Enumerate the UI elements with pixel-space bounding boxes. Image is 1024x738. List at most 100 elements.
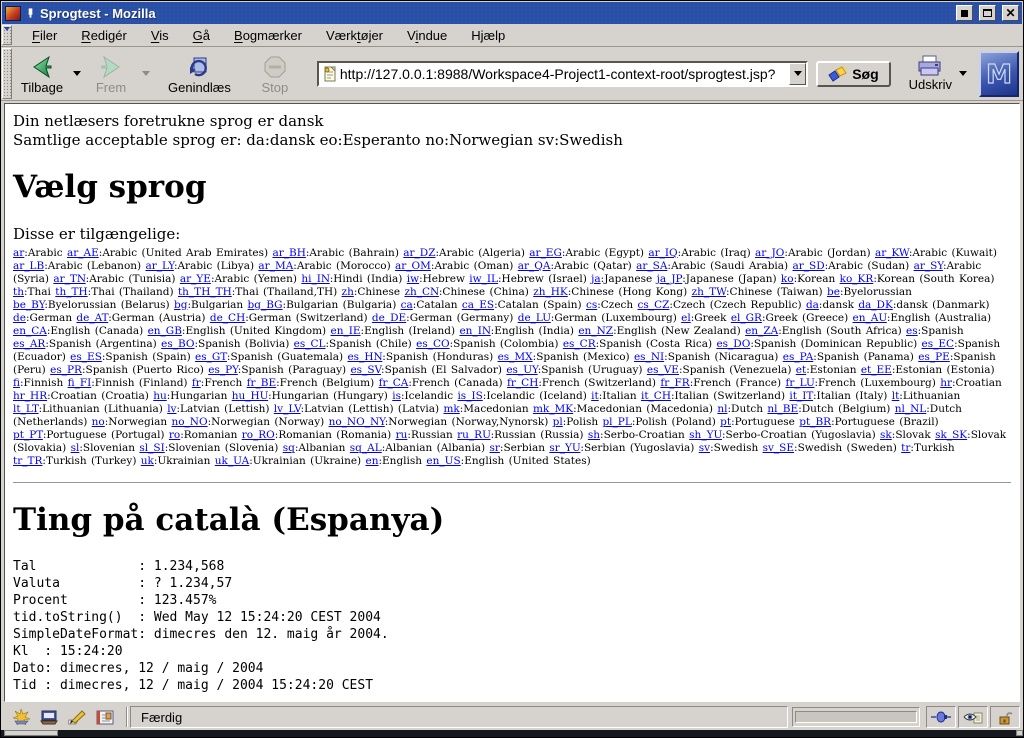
menu-filer[interactable]: Filer (22, 26, 67, 45)
locale-link-ar_OM[interactable]: ar_OM (395, 260, 431, 272)
locale-link-sh_YU[interactable]: sh_YU (689, 429, 722, 441)
locale-link-ar_MA[interactable]: ar_MA (258, 260, 293, 272)
locale-link-ca_ES[interactable]: ca_ES (462, 299, 494, 311)
menu-vis[interactable]: Vis (141, 26, 179, 45)
locale-link-pt[interactable]: pt (720, 416, 731, 428)
locale-link-ar_JO[interactable]: ar_JO (755, 247, 784, 259)
locale-link-es_GT[interactable]: es_GT (195, 351, 227, 363)
locale-link-hr_HR[interactable]: hr_HR (13, 390, 47, 402)
minimize-button[interactable] (956, 5, 973, 21)
locale-link-it_IT[interactable]: it_IT (789, 390, 813, 402)
locale-link-pt_PT[interactable]: pt_PT (13, 429, 43, 441)
menu-redigr[interactable]: Redigér (71, 26, 137, 45)
locale-link-mk_MK[interactable]: mk_MK (533, 403, 573, 415)
locale-link-uk[interactable]: uk (141, 455, 154, 467)
locale-link-pl_PL[interactable]: pl_PL (602, 416, 631, 428)
menu-g[interactable]: Gå (183, 26, 220, 45)
locale-link-ko_KR[interactable]: ko_KR (840, 273, 874, 285)
locale-link-en_GB[interactable]: en_GB (148, 325, 182, 337)
locale-link-fr_FR[interactable]: fr_FR (660, 377, 689, 389)
composer-taskbar-button[interactable] (66, 708, 88, 726)
locale-link-no_NO[interactable]: no_NO (171, 416, 207, 428)
locale-link-fr_LU[interactable]: fr_LU (785, 377, 814, 389)
locale-link-de_LU[interactable]: de_LU (518, 312, 551, 324)
menu-vrktjer[interactable]: Værktøjer (316, 26, 393, 45)
locale-link-cs_CZ[interactable]: cs_CZ (638, 299, 670, 311)
locale-link-sr[interactable]: sr (490, 442, 500, 454)
locale-link-de[interactable]: de (13, 312, 26, 324)
locale-link-is_IS[interactable]: is_IS (457, 390, 482, 402)
locale-link-es_NI[interactable]: es_NI (634, 351, 664, 363)
locale-link-en_ZA[interactable]: en_ZA (745, 325, 778, 337)
locale-link-ro_RO[interactable]: ro_RO (242, 429, 275, 441)
locale-link-es_HN[interactable]: es_HN (347, 351, 382, 363)
resize-handle-right[interactable] (1016, 730, 1023, 736)
locale-link-es_PR[interactable]: es_PR (50, 364, 82, 376)
locale-link-ar[interactable]: ar (13, 247, 24, 259)
locale-link-da[interactable]: da (806, 299, 819, 311)
forward-dropdown[interactable] (139, 49, 152, 99)
locale-link-ca[interactable]: ca (401, 299, 413, 311)
locale-link-it_CH[interactable]: it_CH (641, 390, 671, 402)
stop-button[interactable]: Stop (247, 49, 303, 99)
reload-button[interactable]: Genindlæs (162, 49, 237, 99)
locale-link-ro[interactable]: ro (169, 429, 180, 441)
locale-link-ar_EG[interactable]: ar_EG (529, 247, 562, 259)
print-button[interactable]: Udskriv (905, 54, 956, 93)
locale-link-nl_NL[interactable]: nl_NL (895, 403, 927, 415)
locale-link-ar_IQ[interactable]: ar_IQ (648, 247, 677, 259)
locale-link-ar_AE[interactable]: ar_AE (67, 247, 99, 259)
locale-link-sq_AL[interactable]: sq_AL (350, 442, 382, 454)
locale-link-sq[interactable]: sq (283, 442, 295, 454)
locale-link-is[interactable]: is (392, 390, 401, 402)
locale-link-en[interactable]: en (366, 455, 379, 467)
locale-link-es_ES[interactable]: es_ES (70, 351, 102, 363)
locale-link-ru_RU[interactable]: ru_RU (457, 429, 490, 441)
locale-link-fr_BE[interactable]: fr_BE (247, 377, 277, 389)
locale-link-es_UY[interactable]: es_UY (506, 364, 537, 376)
url-history-dropdown[interactable] (789, 63, 806, 85)
locale-link-th_TH[interactable]: th_TH (55, 286, 87, 298)
locale-link-lv[interactable]: lv (167, 403, 176, 415)
mozilla-logo-button[interactable]: M (979, 51, 1019, 97)
locale-link-de_AT[interactable]: de_AT (76, 312, 108, 324)
locale-link-sr_YU[interactable]: sr_YU (549, 442, 580, 454)
close-button[interactable]: ✕ (1002, 5, 1019, 21)
locale-link-tr_TR[interactable]: tr_TR (13, 455, 42, 467)
maximize-button[interactable] (979, 5, 996, 21)
locale-link-iw_IL[interactable]: iw_IL (469, 273, 498, 285)
locale-link-no[interactable]: no (92, 416, 105, 428)
locale-link-lt_LT[interactable]: lt_LT (13, 403, 39, 415)
locale-link-bg[interactable]: bg (174, 299, 187, 311)
locale-link-zh[interactable]: zh (342, 286, 354, 298)
toolbar-grippy[interactable] (2, 48, 12, 99)
locale-link-sk[interactable]: sk (880, 429, 892, 441)
locale-link-nl_BE[interactable]: nl_BE (767, 403, 798, 415)
locale-link-es_BO[interactable]: es_BO (161, 338, 194, 350)
locale-link-es_CL[interactable]: es_CL (294, 338, 326, 350)
locale-link-ar_SD[interactable]: ar_SD (792, 260, 824, 272)
menu-bogmrker[interactable]: Bogmærker (224, 26, 312, 45)
locale-link-ja[interactable]: ja (591, 273, 601, 285)
locale-link-hu_HU[interactable]: hu_HU (232, 390, 268, 402)
locale-link-es_CO[interactable]: es_CO (416, 338, 450, 350)
locale-link-iw[interactable]: iw (407, 273, 419, 285)
url-input[interactable] (338, 66, 789, 82)
locale-link-mk[interactable]: mk (443, 403, 459, 415)
locale-link-sl_SI[interactable]: sl_SI (139, 442, 164, 454)
locale-link-ar_QA[interactable]: ar_QA (518, 260, 551, 272)
locale-link-ar_LB[interactable]: ar_LB (13, 260, 44, 272)
resize-handle-left[interactable] (4, 730, 58, 736)
addressbook-taskbar-button[interactable] (94, 708, 116, 726)
search-button[interactable]: Søg (816, 61, 890, 87)
locale-link-en_NZ[interactable]: en_NZ (578, 325, 613, 337)
locale-link-es_MX[interactable]: es_MX (498, 351, 533, 363)
print-dropdown[interactable] (956, 49, 969, 99)
locale-link-hr[interactable]: hr (940, 377, 952, 389)
back-dropdown[interactable] (70, 49, 83, 99)
locale-link-en_AU[interactable]: en_AU (853, 312, 887, 324)
locale-link-et_EE[interactable]: et_EE (861, 364, 892, 376)
navigator-taskbar-button[interactable] (10, 708, 32, 726)
locale-link-hu[interactable]: hu (153, 390, 167, 402)
locale-link-de_DE[interactable]: de_DE (372, 312, 406, 324)
